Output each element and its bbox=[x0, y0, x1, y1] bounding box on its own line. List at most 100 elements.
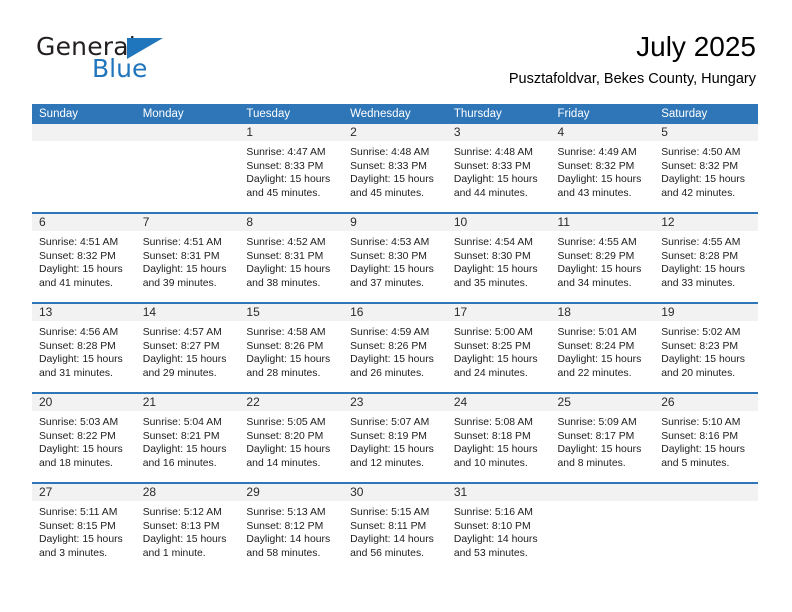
sunrise-text: Sunrise: 4:55 AM bbox=[557, 237, 637, 248]
daylight-text-line1: Daylight: 15 hours bbox=[350, 354, 434, 366]
calendar-day-cell[interactable]: 23 Sunrise: 5:07 AM Sunset: 8:19 PM Dayligh… bbox=[343, 392, 447, 483]
calendar-day-cell[interactable]: 14 Sunrise: 4:57 AM Sunset: 8:27 PM Dayligh… bbox=[135, 302, 240, 393]
calendar-day-cell[interactable]: 29 Sunrise: 5:13 AM Sunset: 8:12 PM Dayligh… bbox=[239, 482, 344, 572]
daylight-text-line2: and 39 minutes. bbox=[142, 277, 217, 289]
day-number: 8 bbox=[239, 214, 344, 231]
sunset-text: Sunset: 8:13 PM bbox=[142, 520, 220, 532]
calendar-day-cell-empty bbox=[32, 124, 136, 213]
daylight-text-line2: and 38 minutes. bbox=[246, 277, 321, 289]
calendar-day-cell[interactable]: 3 Sunrise: 4:48 AM Sunset: 8:33 PM Daylight… bbox=[446, 124, 551, 213]
day-number: 19 bbox=[654, 304, 758, 321]
sunrise-text: Sunrise: 4:49 AM bbox=[557, 147, 637, 158]
calendar-day-cell[interactable]: 13 Sunrise: 4:56 AM Sunset: 8:28 PM Dayligh… bbox=[32, 302, 136, 393]
sunset-text: Sunset: 8:32 PM bbox=[39, 250, 116, 262]
calendar-page: General Blue July 2025 Pusztafoldvar, Be… bbox=[0, 0, 792, 612]
daylight-text-line2: and 24 minutes. bbox=[453, 367, 528, 379]
day-number: 9 bbox=[343, 214, 447, 231]
day-details: Sunrise: 5:15 AM Sunset: 8:11 PM Daylight:… bbox=[343, 501, 447, 560]
calendar-day-cell[interactable]: 16 Sunrise: 4:59 AM Sunset: 8:26 PM Dayligh… bbox=[343, 302, 447, 393]
day-details: Sunrise: 4:56 AM Sunset: 8:28 PM Daylight:… bbox=[32, 321, 136, 380]
calendar-day-cell[interactable]: 5 Sunrise: 4:50 AM Sunset: 8:32 PM Daylight… bbox=[654, 124, 758, 213]
daylight-text-line1: Daylight: 15 hours bbox=[453, 174, 538, 186]
calendar-week-row: 1 Sunrise: 4:47 AM Sunset: 8:33 PM Daylight… bbox=[32, 124, 758, 213]
calendar-day-cell[interactable]: 11 Sunrise: 4:55 AM Sunset: 8:29 PM Dayligh… bbox=[550, 212, 655, 303]
day-number: 11 bbox=[550, 214, 655, 231]
calendar-day-cell[interactable]: 17 Sunrise: 5:00 AM Sunset: 8:25 PM Dayligh… bbox=[446, 302, 551, 393]
day-details: Sunrise: 4:55 AM Sunset: 8:29 PM Daylight:… bbox=[551, 231, 655, 290]
daylight-text-line2: and 31 minutes. bbox=[39, 367, 113, 379]
daylight-text-line2: and 14 minutes. bbox=[246, 457, 321, 469]
calendar-day-cell[interactable]: 10 Sunrise: 4:54 AM Sunset: 8:30 PM Dayligh… bbox=[446, 212, 551, 303]
calendar-day-cell[interactable]: 12 Sunrise: 4:55 AM Sunset: 8:28 PM Dayligh… bbox=[654, 212, 758, 303]
sunrise-text: Sunrise: 5:00 AM bbox=[453, 327, 533, 338]
daylight-text-line2: and 45 minutes. bbox=[246, 187, 321, 199]
calendar-day-cell[interactable]: 7 Sunrise: 4:51 AM Sunset: 8:31 PM Daylight… bbox=[135, 212, 240, 303]
page-subtitle: Pusztafoldvar, Bekes County, Hungary bbox=[508, 71, 756, 87]
sunset-text: Sunset: 8:26 PM bbox=[350, 340, 427, 352]
calendar-week-row: 13 Sunrise: 4:56 AM Sunset: 8:28 PM Dayligh… bbox=[32, 302, 758, 393]
sunrise-text: Sunrise: 5:09 AM bbox=[557, 417, 637, 428]
daylight-text-line2: and 56 minutes. bbox=[350, 547, 425, 559]
calendar-day-cell[interactable]: 26 Sunrise: 5:10 AM Sunset: 8:16 PM Dayligh… bbox=[654, 392, 758, 483]
sunrise-text: Sunrise: 5:13 AM bbox=[246, 507, 326, 518]
sunrise-text: Sunrise: 4:53 AM bbox=[350, 237, 430, 248]
day-number: 25 bbox=[550, 394, 655, 411]
sunset-text: Sunset: 8:19 PM bbox=[350, 430, 427, 442]
calendar-day-cell[interactable]: 24 Sunrise: 5:08 AM Sunset: 8:18 PM Dayligh… bbox=[446, 392, 551, 483]
day-details: Sunrise: 5:08 AM Sunset: 8:18 PM Daylight:… bbox=[447, 411, 551, 470]
calendar-day-cell[interactable]: 6 Sunrise: 4:51 AM Sunset: 8:32 PM Daylight… bbox=[32, 212, 136, 303]
sunset-text: Sunset: 8:23 PM bbox=[661, 340, 739, 352]
calendar-body: 1 Sunrise: 4:47 AM Sunset: 8:33 PM Daylight… bbox=[32, 124, 758, 572]
daylight-text-line1: Daylight: 15 hours bbox=[350, 174, 434, 186]
calendar-day-cell[interactable]: 30 Sunrise: 5:15 AM Sunset: 8:11 PM Dayligh… bbox=[343, 482, 447, 572]
calendar-day-cell[interactable]: 28 Sunrise: 5:12 AM Sunset: 8:13 PM Dayligh… bbox=[135, 482, 240, 572]
calendar-day-cell[interactable]: 15 Sunrise: 4:58 AM Sunset: 8:26 PM Dayligh… bbox=[239, 302, 344, 393]
daylight-text-line2: and 3 minutes. bbox=[39, 547, 108, 559]
calendar-day-cell[interactable]: 9 Sunrise: 4:53 AM Sunset: 8:30 PM Daylight… bbox=[343, 212, 447, 303]
calendar-day-cell[interactable]: 1 Sunrise: 4:47 AM Sunset: 8:33 PM Daylight… bbox=[239, 124, 344, 213]
calendar-week-row: 27 Sunrise: 5:11 AM Sunset: 8:15 PM Dayligh… bbox=[32, 482, 758, 572]
sunrise-text: Sunrise: 5:02 AM bbox=[661, 327, 741, 338]
day-number bbox=[135, 124, 240, 141]
day-number: 30 bbox=[343, 484, 447, 501]
daylight-text-line1: Daylight: 15 hours bbox=[453, 444, 538, 456]
brand-logo[interactable]: General Blue bbox=[32, 30, 262, 86]
calendar-day-cell[interactable]: 20 Sunrise: 5:03 AM Sunset: 8:22 PM Dayligh… bbox=[32, 392, 136, 483]
daylight-text-line1: Daylight: 14 hours bbox=[246, 534, 331, 546]
day-details: Sunrise: 4:57 AM Sunset: 8:27 PM Daylight:… bbox=[136, 321, 240, 380]
daylight-text-line1: Daylight: 15 hours bbox=[142, 444, 227, 456]
sunset-text: Sunset: 8:32 PM bbox=[661, 160, 739, 172]
day-number: 29 bbox=[239, 484, 344, 501]
calendar-day-cell[interactable]: 4 Sunrise: 4:49 AM Sunset: 8:32 PM Daylight… bbox=[550, 124, 655, 213]
sunrise-text: Sunrise: 5:15 AM bbox=[350, 507, 430, 518]
day-number bbox=[32, 124, 136, 141]
calendar-day-cell[interactable]: 31 Sunrise: 5:16 AM Sunset: 8:10 PM Dayligh… bbox=[446, 482, 551, 572]
calendar-day-cell[interactable]: 27 Sunrise: 5:11 AM Sunset: 8:15 PM Dayligh… bbox=[32, 482, 136, 572]
day-number: 13 bbox=[32, 304, 136, 321]
daylight-text-line1: Daylight: 15 hours bbox=[142, 354, 227, 366]
day-details: Sunrise: 4:52 AM Sunset: 8:31 PM Daylight:… bbox=[239, 231, 343, 290]
calendar-week-row: 6 Sunrise: 4:51 AM Sunset: 8:32 PM Daylight… bbox=[32, 212, 758, 303]
sunset-text: Sunset: 8:33 PM bbox=[350, 160, 427, 172]
sunset-text: Sunset: 8:24 PM bbox=[557, 340, 635, 352]
calendar-day-cell[interactable]: 21 Sunrise: 5:04 AM Sunset: 8:21 PM Dayligh… bbox=[135, 392, 240, 483]
sunset-text: Sunset: 8:33 PM bbox=[246, 160, 324, 172]
calendar-day-cell[interactable]: 18 Sunrise: 5:01 AM Sunset: 8:24 PM Dayligh… bbox=[550, 302, 655, 393]
daylight-text-line1: Daylight: 15 hours bbox=[557, 264, 642, 276]
daylight-text-line1: Daylight: 15 hours bbox=[453, 264, 538, 276]
calendar-day-cell[interactable]: 25 Sunrise: 5:09 AM Sunset: 8:17 PM Dayligh… bbox=[550, 392, 655, 483]
daylight-text-line1: Daylight: 15 hours bbox=[142, 534, 227, 546]
calendar-day-cell[interactable]: 19 Sunrise: 5:02 AM Sunset: 8:23 PM Dayligh… bbox=[654, 302, 758, 393]
weekday-header-tuesday: Tuesday bbox=[239, 104, 344, 124]
calendar-day-cell[interactable]: 22 Sunrise: 5:05 AM Sunset: 8:20 PM Dayligh… bbox=[239, 392, 344, 483]
calendar-day-cell[interactable]: 8 Sunrise: 4:52 AM Sunset: 8:31 PM Daylight… bbox=[239, 212, 344, 303]
daylight-text-line1: Daylight: 15 hours bbox=[661, 354, 745, 366]
day-details: Sunrise: 5:03 AM Sunset: 8:22 PM Daylight:… bbox=[32, 411, 136, 470]
sunset-text: Sunset: 8:26 PM bbox=[246, 340, 324, 352]
sunset-text: Sunset: 8:10 PM bbox=[453, 520, 531, 532]
daylight-text-line1: Daylight: 15 hours bbox=[557, 354, 642, 366]
day-details: Sunrise: 4:55 AM Sunset: 8:28 PM Daylight:… bbox=[654, 231, 758, 290]
sunrise-text: Sunrise: 4:48 AM bbox=[350, 147, 430, 158]
sunrise-text: Sunrise: 5:03 AM bbox=[39, 417, 119, 428]
calendar-day-cell[interactable]: 2 Sunrise: 4:48 AM Sunset: 8:33 PM Daylight… bbox=[343, 124, 447, 213]
